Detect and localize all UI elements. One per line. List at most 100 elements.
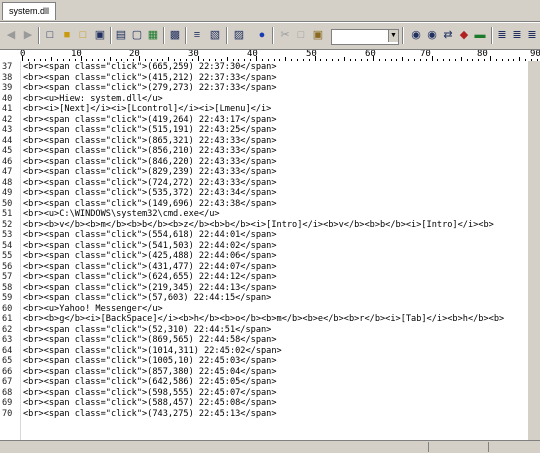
toolbar: ◀ ▶ □ ■ □ ▣ ▤ ▢ ▦ ▩ ≡ ▧ ▨ ● ✂ □ ▣ ▼ ◉ ◉ … — [0, 22, 540, 49]
editor-line[interactable]: 63 <br><span class="click">(869,565) 22:4… — [0, 335, 540, 346]
open-folder-icon[interactable]: ■ — [59, 27, 75, 43]
editor-line[interactable]: 46 <br><span class="click">(846,220) 22:4… — [0, 157, 540, 168]
editor-line[interactable]: 37 <br><span class="click">(665,259) 22:3… — [0, 62, 540, 73]
status-pane — [488, 442, 540, 452]
browser-icon[interactable]: ● — [254, 27, 270, 43]
line-number: 66 — [2, 366, 13, 377]
editor-line[interactable]: 64 <br><span class="click">(1014,311) 22:… — [0, 346, 540, 357]
editor-line[interactable]: 51 <br><u>C:\WINDOWS\system32\cmd.exe</u> — [0, 209, 540, 220]
editor-line[interactable]: 43 <br><span class="click">(515,191) 22:4… — [0, 125, 540, 136]
line-content: <br><span class="click">(431,477) 22:44:… — [23, 261, 277, 272]
line-content: <br><span class="click">(642,586) 22:45:… — [23, 377, 277, 387]
editor-line[interactable]: 47 <br><span class="click">(829,239) 22:4… — [0, 167, 540, 178]
editor-line[interactable]: 39 <br><span class="click">(279,273) 22:3… — [0, 83, 540, 94]
toolbar-separator — [226, 27, 228, 44]
editor-line[interactable]: 56 <br><span class="click">(431,477) 22:4… — [0, 262, 540, 273]
copy-icon[interactable]: □ — [293, 27, 309, 43]
print-icon[interactable]: ▤ — [113, 27, 129, 43]
editor-line[interactable]: 65 <br><span class="click">(1005,10) 22:4… — [0, 356, 540, 367]
line-content: <br><span class="click">(665,259) 22:37:… — [23, 62, 277, 72]
line-number: 49 — [2, 188, 13, 198]
toolbar-separator — [110, 27, 112, 44]
editor-line[interactable]: 61 <br><b>g</b><i>[BackSpace]</i><b>h</b>… — [0, 314, 540, 325]
status-pane — [428, 442, 489, 452]
text-format-icon[interactable]: ▨ — [231, 27, 247, 43]
back-arrow-icon[interactable]: ◀ — [3, 27, 19, 43]
editor-line[interactable]: 55 <br><span class="click">(425,488) 22:4… — [0, 251, 540, 262]
line-number: 56 — [2, 261, 13, 272]
line-number: 67 — [2, 377, 13, 387]
page-icon[interactable]: ▩ — [167, 27, 183, 43]
align-left-icon[interactable]: ≣ — [494, 27, 510, 43]
print-preview-icon[interactable]: ▢ — [129, 27, 145, 43]
editor-line[interactable]: 48 <br><span class="click">(724,272) 22:4… — [0, 178, 540, 189]
line-number: 69 — [2, 398, 13, 408]
line-content: <br><span class="click">(535,372) 22:43:… — [23, 188, 277, 198]
editor-line[interactable]: 44 <br><span class="click">(865,321) 22:4… — [0, 136, 540, 147]
tab-system-dll[interactable]: system.dll — [2, 2, 56, 20]
hex-view-icon[interactable]: ▧ — [207, 27, 223, 43]
text-editor[interactable]: 37 <br><span class="click">(665,259) 22:3… — [0, 61, 540, 452]
line-content: <br><span class="click">(515,191) 22:43:… — [23, 125, 277, 135]
line-number: 59 — [2, 293, 13, 303]
line-content: <br><span class="click">(419,264) 22:43:… — [23, 114, 277, 125]
editor-line[interactable]: 70 <br><span class="click">(743,275) 22:4… — [0, 409, 540, 420]
excel-export-icon[interactable]: ▦ — [145, 27, 161, 43]
open-file-icon[interactable]: □ — [75, 27, 91, 43]
editor-line[interactable]: 42 <br><span class="click">(419,264) 22:4… — [0, 115, 540, 126]
editor-line[interactable]: 58 <br><span class="click">(219,345) 22:4… — [0, 283, 540, 294]
editor-line[interactable]: 59 <br><span class="click">(57,603) 22:44… — [0, 293, 540, 304]
toolbar-separator — [185, 27, 187, 44]
editor-line[interactable]: 40 <br><u>Hiew: system.dll</u> — [0, 94, 540, 105]
align-center-icon[interactable]: ≣ — [509, 27, 525, 43]
editor-line[interactable]: 62 <br><span class="click">(52,310) 22:44… — [0, 325, 540, 336]
justify-icon[interactable]: ▬ — [472, 27, 488, 43]
find-next-icon[interactable]: ◉ — [424, 27, 440, 43]
line-content: <br><span class="click">(846,220) 22:43:… — [23, 156, 277, 167]
wrap-lines-icon[interactable]: ≡ — [189, 27, 205, 43]
line-content: <br><span class="click">(541,503) 22:44:… — [23, 240, 277, 251]
toolbar-separator — [272, 27, 274, 44]
line-content: <br><span class="click">(415,212) 22:37:… — [23, 72, 277, 83]
new-file-icon[interactable]: □ — [42, 27, 58, 43]
editor-line[interactable]: 57 <br><span class="click">(624,655) 22:4… — [0, 272, 540, 283]
line-number: 68 — [2, 387, 13, 398]
editor-line[interactable]: 69 <br><span class="click">(588,457) 22:4… — [0, 398, 540, 409]
editor-line[interactable]: 52 <br><b>v</b><b>m</b><b>b</b><b>z</b><b… — [0, 220, 540, 231]
editor-line[interactable]: 49 <br><span class="click">(535,372) 22:4… — [0, 188, 540, 199]
ruler-mark: 90 — [530, 49, 540, 59]
replace-icon[interactable]: ⇄ — [440, 27, 456, 43]
line-number: 46 — [2, 156, 13, 167]
chevron-down-icon[interactable]: ▼ — [388, 30, 398, 42]
line-content: <br><span class="click">(743,275) 22:45:… — [23, 408, 277, 419]
editor-line[interactable]: 53 <br><span class="click">(554,618) 22:4… — [0, 230, 540, 241]
editor-line[interactable]: 67 <br><span class="click">(642,586) 22:4… — [0, 377, 540, 388]
line-number: 44 — [2, 135, 13, 146]
cut-icon[interactable]: ✂ — [277, 27, 293, 43]
find-icon[interactable]: ◉ — [408, 27, 424, 43]
editor-line[interactable]: 66 <br><span class="click">(857,380) 22:4… — [0, 367, 540, 378]
paste-icon[interactable]: ▣ — [310, 27, 326, 43]
line-content: <br><span class="click">(425,488) 22:44:… — [23, 251, 277, 261]
align-right-icon[interactable]: ≣ — [524, 27, 540, 43]
editor-line[interactable]: 54 <br><span class="click">(541,503) 22:4… — [0, 241, 540, 252]
bookmark-icon[interactable]: ◆ — [456, 27, 472, 43]
save-icon[interactable]: ▣ — [92, 27, 108, 43]
toolbar-separator — [402, 27, 404, 44]
editor-line[interactable]: 60 <br><u>Yahoo! Messenger</u> — [0, 304, 540, 315]
editor-line[interactable]: 41 <br><i>[Next]</i><i>[Lcontrol]</i><i>[… — [0, 104, 540, 115]
line-number: 45 — [2, 146, 13, 156]
editor-line[interactable]: 38 <br><span class="click">(415,212) 22:3… — [0, 73, 540, 84]
line-number: 37 — [2, 62, 13, 72]
line-content: <br><span class="click">(1014,311) 22:45… — [23, 345, 282, 356]
vertical-scrollbar[interactable] — [528, 61, 540, 452]
line-number: 57 — [2, 272, 13, 282]
editor-line[interactable]: 45 <br><span class="click">(856,210) 22:4… — [0, 146, 540, 157]
editor-line[interactable]: 50 <br><span class="click">(149,696) 22:4… — [0, 199, 540, 210]
forward-arrow-icon[interactable]: ▶ — [20, 27, 36, 43]
line-content: <br><span class="click">(869,565) 22:44:… — [23, 335, 277, 345]
line-number: 54 — [2, 240, 13, 251]
line-content: <br><span class="click">(279,273) 22:37:… — [23, 83, 277, 93]
editor-line[interactable]: 68 <br><span class="click">(598,555) 22:4… — [0, 388, 540, 399]
line-content: <br><span class="click">(856,210) 22:43:… — [23, 146, 277, 156]
